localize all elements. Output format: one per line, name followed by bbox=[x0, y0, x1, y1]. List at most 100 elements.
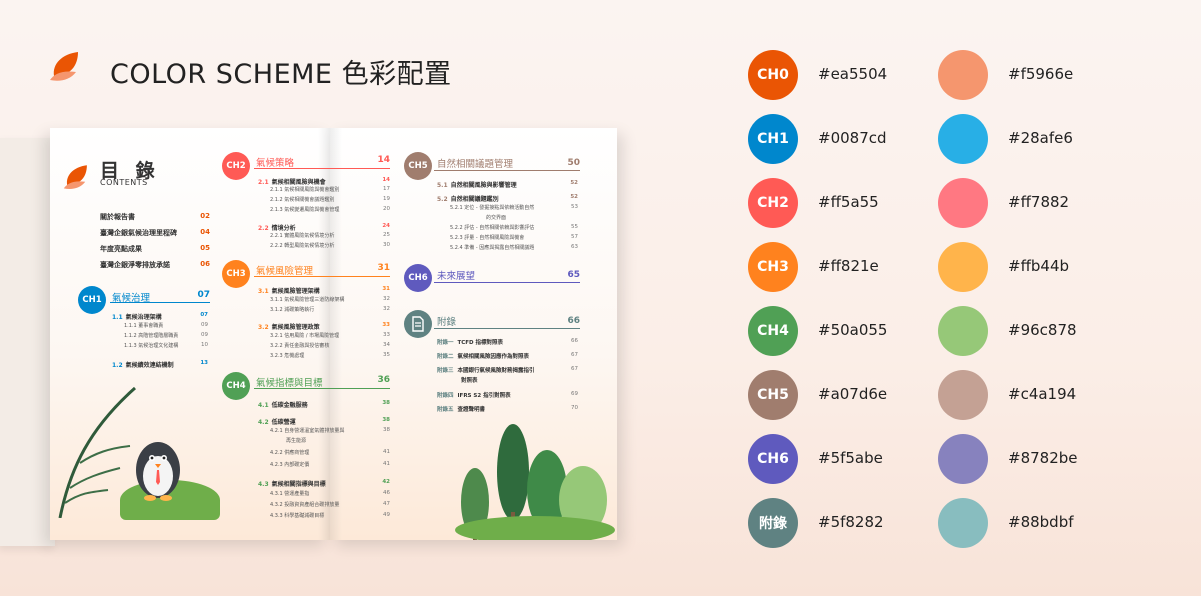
ch2-light-hex: #ff7882 bbox=[1008, 193, 1070, 211]
appendix-primary-hex: #5f8282 bbox=[818, 513, 884, 531]
ch0-light-hex: #f5966e bbox=[1008, 65, 1074, 83]
ch4-badge: CH4 bbox=[222, 372, 250, 400]
appendix-primary-swatch: 附錄 bbox=[748, 498, 798, 548]
subsection-page: 33 bbox=[383, 332, 390, 338]
swatch-row-ch1: CH1 #0087cd #28afe6 bbox=[748, 114, 1168, 164]
ch0-light-swatch bbox=[938, 50, 988, 100]
section-title: 3.2 氣候風險管理政策 bbox=[258, 324, 320, 331]
ch1-page: 07 bbox=[197, 290, 210, 300]
ch3-rule bbox=[254, 276, 390, 277]
ch6-rule bbox=[434, 282, 580, 283]
ch6-title: 未來展望 bbox=[437, 271, 476, 282]
section-title: 2.1 氣候相關風險與機會 bbox=[258, 179, 326, 186]
section-page: 24 bbox=[382, 223, 390, 229]
ch4-light-hex: #96c878 bbox=[1008, 321, 1077, 339]
ch2-rule bbox=[254, 168, 390, 169]
ch6-primary-hex: #5f5abe bbox=[818, 449, 883, 467]
ch2-title: 氣候策略 bbox=[256, 158, 295, 169]
subsection-title: 4.2.1 自身營運溫室氣體排放量與 bbox=[270, 428, 345, 434]
intro-item: 臺灣企銀氣候治理里程碑 bbox=[100, 229, 177, 237]
appendix-item: 附錄四 IFRS S2 指引對照表 bbox=[437, 393, 511, 399]
ch6-light-hex: #8782be bbox=[1008, 449, 1078, 467]
subsection-title: 3.1.2 減碳策略執行 bbox=[270, 307, 315, 313]
section-page: 38 bbox=[382, 400, 390, 406]
section-title: 5.2 自然相關議題鑑別 bbox=[437, 196, 499, 203]
subsection-title: 1.1.2 高階管理階層職責 bbox=[124, 333, 179, 339]
section-page: 42 bbox=[382, 479, 390, 485]
appendix-item-page: 69 bbox=[571, 391, 578, 397]
intro-item: 關於報告書 bbox=[100, 213, 135, 221]
ch4-title: 氣候指標與目標 bbox=[256, 378, 323, 389]
ch3-title: 氣候風險管理 bbox=[256, 266, 314, 277]
subsection-page: 09 bbox=[201, 332, 208, 338]
section-title: 5.1 自然相關風險與影響管理 bbox=[437, 182, 517, 189]
section-page: 07 bbox=[200, 312, 208, 318]
subsection-page: 41 bbox=[383, 449, 390, 455]
ch5-primary-swatch: CH5 bbox=[748, 370, 798, 420]
ch6-page: 65 bbox=[567, 270, 580, 280]
appendix-title: 附錄 bbox=[437, 317, 457, 328]
toc-subheading: CONTENTS bbox=[100, 178, 148, 187]
intro-page: 05 bbox=[200, 244, 210, 252]
subsection-page: 35 bbox=[383, 352, 390, 358]
document-icon bbox=[412, 316, 424, 332]
intro-page: 04 bbox=[200, 228, 210, 236]
intro-page: 06 bbox=[200, 260, 210, 268]
appendix-item: 附錄一 TCFD 指標對照表 bbox=[437, 340, 504, 346]
tree-illustration-icon bbox=[455, 424, 615, 540]
subsection-page: 55 bbox=[571, 224, 578, 230]
subsection-page: 41 bbox=[383, 461, 390, 467]
ch3-light-hex: #ffb44b bbox=[1008, 257, 1070, 275]
section-title: 3.1 氣候風險管理架構 bbox=[258, 288, 320, 295]
toc-leaf-icon bbox=[63, 165, 87, 189]
subsection-title: 3.2.1 信用風險 / 市場風險管理 bbox=[270, 333, 340, 339]
subsection-title: 2.1.3 氣候變遷風險與機會管理 bbox=[270, 207, 340, 213]
penguin-mascot-icon bbox=[136, 442, 180, 501]
ch1-rule bbox=[110, 302, 210, 303]
intro-page: 02 bbox=[200, 212, 210, 220]
subsection-title: 4.2.3 內部碳定價 bbox=[270, 462, 310, 468]
subsection-title: 1.1.3 氣候治理文化建構 bbox=[124, 343, 179, 349]
subsection-title: 2.2.2 轉型風險氣候情境分析 bbox=[270, 243, 335, 249]
ch5-title: 自然相關議題管理 bbox=[437, 159, 514, 170]
subsection-page: 19 bbox=[383, 196, 390, 202]
subsection-title: 的交界面 bbox=[486, 215, 507, 221]
ch6-light-swatch bbox=[938, 434, 988, 484]
subsection-title: 再生能源 bbox=[286, 438, 307, 444]
subsection-title: 3.2.2 責任金融與授信審核 bbox=[270, 343, 330, 349]
subsection-title: 4.3.2 投融資資產組合碳排放量 bbox=[270, 502, 340, 508]
ch4-primary-swatch: CH4 bbox=[748, 306, 798, 356]
ch4-page: 36 bbox=[377, 375, 390, 385]
subsection-page: 20 bbox=[383, 206, 390, 212]
subsection-page: 38 bbox=[383, 427, 390, 433]
swatch-row-ch6: CH6 #5f5abe #8782be bbox=[748, 434, 1168, 484]
subsection-title: 5.2.3 評量 - 自然相關風險與機會 bbox=[450, 235, 525, 241]
appendix-item: 附錄二 氣候相關風險因應作為對照表 bbox=[437, 354, 530, 360]
subsection-title: 4.3.1 營運產量指 bbox=[270, 491, 310, 497]
section-page: 31 bbox=[382, 286, 390, 292]
ch2-primary-swatch: CH2 bbox=[748, 178, 798, 228]
subsection-title: 2.2.1 實體風險氣候情境分析 bbox=[270, 233, 335, 239]
swatch-row-ch2: CH2 #ff5a55 #ff7882 bbox=[748, 178, 1168, 228]
ch4-rule bbox=[254, 388, 390, 389]
ch2-page: 14 bbox=[377, 155, 390, 165]
subsection-page: 47 bbox=[383, 501, 390, 507]
ch2-light-swatch bbox=[938, 178, 988, 228]
subsection-title: 5.2.1 定位 - 發掘接點與依賴活動自然 bbox=[450, 205, 535, 211]
swatch-row-ch5: CH5 #a07d6e #c4a194 bbox=[748, 370, 1168, 420]
subsection-page: 17 bbox=[383, 186, 390, 192]
subsection-page: 30 bbox=[383, 242, 390, 248]
appendix-badge bbox=[404, 310, 432, 338]
ch0-primary-hex: #ea5504 bbox=[818, 65, 888, 83]
report-book-mockup: 目 錄 CONTENTS 關於報告書 02 臺灣企銀氣候治理里程碑 04 年度亮… bbox=[0, 128, 625, 548]
swatch-row-appendix: 附錄 #5f8282 #88bdbf bbox=[748, 498, 1168, 548]
subsection-page: 49 bbox=[383, 512, 390, 518]
appendix-item-page: 67 bbox=[571, 352, 578, 358]
appendix-item-page: 66 bbox=[571, 338, 578, 344]
subsection-page: 32 bbox=[383, 306, 390, 312]
section-page: 14 bbox=[382, 177, 390, 183]
ch1-light-swatch bbox=[938, 114, 988, 164]
subsection-page: 09 bbox=[201, 322, 208, 328]
ch4-light-swatch bbox=[938, 306, 988, 356]
ch3-primary-swatch: CH3 bbox=[748, 242, 798, 292]
